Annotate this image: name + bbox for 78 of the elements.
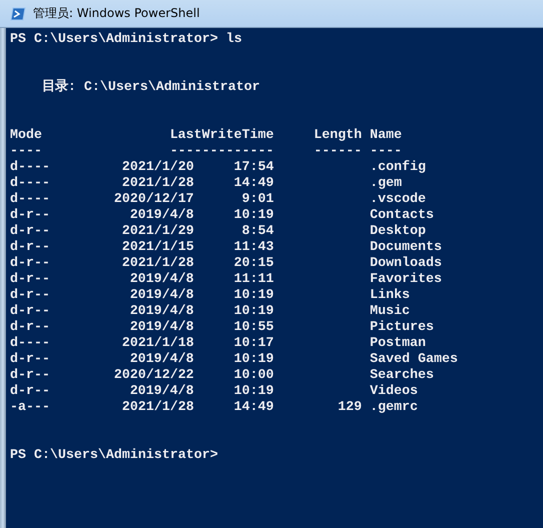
time-cell-text: 10:55 [232,320,274,336]
column-rule: ------------- [168,144,274,160]
column-header: Name [370,128,402,144]
time-cell-text: 14:49 [232,400,274,416]
name-cell: Postman [370,336,426,352]
mode-cell: d-r-- [10,304,50,320]
date-cell-text: 2021/1/28 [120,400,194,416]
name-cell: Links [370,288,410,304]
column-rule: ---- [370,144,402,160]
date-cell-text: 2020/12/17 [112,192,194,208]
time-cell-text: 10:19 [232,352,274,368]
column-rule: ---- [10,144,43,160]
time-cell-text: 11:11 [232,272,274,288]
mode-cell: d-r-- [10,288,50,304]
column-rule: ------ [312,144,362,160]
name-cell: Searches [370,368,434,384]
name-cell: .config [370,160,426,176]
time-cell-text: 14:49 [232,176,274,192]
column-header: LastWriteTime [168,128,274,144]
time-cell-text: 11:43 [232,240,274,256]
date-cell-text: 2021/1/28 [120,256,194,272]
date-cell-text: 2021/1/28 [120,176,194,192]
date-cell-text: 2019/4/8 [128,352,194,368]
command-line: PS C:\Users\Administrator> ls [10,32,242,48]
mode-cell: d-r-- [10,256,50,272]
name-cell: Saved Games [370,352,458,368]
mode-cell: d-r-- [10,208,50,224]
mode-cell: d-r-- [10,272,50,288]
time-cell-text: 10:19 [232,208,274,224]
date-cell-text: 2021/1/29 [120,224,194,240]
date-cell-text: 2021/1/18 [120,336,194,352]
date-cell-text: 2021/1/20 [120,160,194,176]
mode-cell: d-r-- [10,320,50,336]
date-cell-text: 2019/4/8 [128,384,194,400]
name-cell: Favorites [370,272,442,288]
column-header: Mode [10,128,43,144]
name-cell: .gemrc [370,400,418,416]
name-cell: .gem [370,176,402,192]
time-cell-text: 9:01 [240,192,274,208]
time-cell-text: 10:19 [232,304,274,320]
length-cell: 129 [338,400,362,415]
date-cell-text: 2020/12/22 [112,368,194,384]
column-header: Length [312,128,362,144]
prompt-line: PS C:\Users\Administrator> [10,448,218,464]
name-cell: Documents [370,240,442,256]
mode-cell: -a--- [10,400,50,416]
date-cell-text: 2019/4/8 [128,288,194,304]
time-cell-text: 20:15 [232,256,274,272]
mode-cell: d-r-- [10,384,50,400]
mode-cell: d-r-- [10,368,50,384]
name-cell: Pictures [370,320,434,336]
time-cell-text: 10:19 [232,288,274,304]
date-cell-text: 2019/4/8 [128,272,194,288]
window-title: 管理员: Windows PowerShell [33,5,200,22]
directory-line: 目录: C:\Users\Administrator [42,80,260,96]
name-cell: .vscode [370,192,426,208]
mode-cell: d-r-- [10,240,50,256]
name-cell: Desktop [370,224,426,240]
time-cell-text: 8:54 [240,224,274,240]
date-cell-text: 2019/4/8 [128,320,194,336]
name-cell: Downloads [370,256,442,272]
time-cell-text: 10:17 [232,336,274,352]
mode-cell: d-r-- [10,224,50,240]
date-cell-text: 2019/4/8 [128,208,194,224]
mode-cell: d---- [10,160,50,176]
name-cell: Videos [370,384,418,400]
mode-cell: d-r-- [10,352,50,368]
mode-cell: d---- [10,192,50,208]
powershell-icon [10,6,26,22]
mode-cell: d---- [10,336,50,352]
time-cell-text: 17:54 [232,160,274,176]
date-cell-text: 2021/1/15 [120,240,194,256]
mode-cell: d---- [10,176,50,192]
name-cell: Contacts [370,208,434,224]
time-cell-text: 10:19 [232,384,274,400]
date-cell-text: 2019/4/8 [128,304,194,320]
time-cell-text: 10:00 [232,368,274,384]
name-cell: Music [370,304,410,320]
